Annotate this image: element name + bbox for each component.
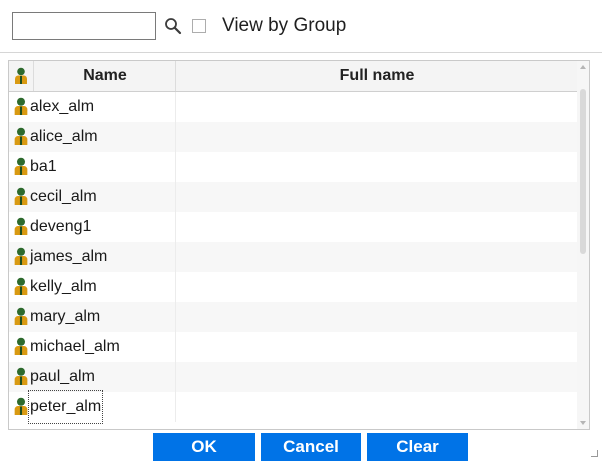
vertical-scrollbar[interactable] (577, 61, 589, 429)
full-name-cell (175, 152, 578, 182)
full-name-cell (175, 122, 578, 152)
table-row[interactable]: deveng1 (9, 212, 577, 242)
user-icon (13, 277, 29, 295)
user-icon (13, 157, 29, 175)
full-name-cell (175, 182, 578, 212)
table-row[interactable]: alice_alm (9, 122, 577, 152)
table-row[interactable]: ba1 (9, 152, 577, 182)
user-name-cell: deveng1 (30, 218, 92, 235)
column-header-name[interactable]: Name (33, 61, 176, 91)
user-icon (13, 247, 29, 265)
table-row[interactable]: james_alm (9, 242, 577, 272)
user-name-cell: paul_alm (30, 368, 95, 385)
user-name-cell: alice_alm (30, 128, 98, 145)
ok-button[interactable]: OK (153, 433, 255, 461)
scroll-thumb[interactable] (580, 89, 586, 254)
user-name-cell: peter_alm (27, 390, 104, 424)
full-name-cell (175, 242, 578, 272)
user-name-cell: alex_alm (30, 98, 95, 115)
table-row[interactable]: cecil_alm (9, 182, 577, 212)
table-row[interactable]: kelly_alm (9, 272, 577, 302)
user-name-cell: michael_alm (30, 338, 120, 355)
full-name-cell (175, 362, 578, 392)
full-name-cell (175, 392, 578, 422)
scroll-down-arrow[interactable] (580, 421, 586, 425)
full-name-cell (175, 212, 578, 242)
full-name-cell (175, 92, 578, 122)
user-icon (13, 187, 29, 205)
table-row[interactable]: michael_alm (9, 332, 577, 362)
user-icon (13, 217, 29, 235)
view-by-group-checkbox[interactable] (192, 19, 206, 33)
scroll-up-arrow[interactable] (580, 65, 586, 69)
table-row[interactable]: alex_alm (9, 92, 577, 122)
full-name-cell (175, 272, 578, 302)
view-by-group-label[interactable]: View by Group (222, 14, 346, 38)
column-header-full-name[interactable]: Full name (175, 61, 578, 91)
users-grid: Name Full name alex_alm alice_alm ba1 cecil… (8, 60, 590, 430)
user-icon (13, 97, 29, 115)
resize-grip[interactable] (591, 450, 598, 457)
user-icon (13, 127, 29, 145)
user-name-cell: cecil_alm (30, 188, 97, 205)
user-icon (13, 337, 29, 355)
table-row[interactable]: peter_alm (9, 390, 578, 424)
table-row[interactable]: mary_alm (9, 302, 577, 332)
grid-rows: alex_alm alice_alm ba1 cecil_alm deveng1 jame… (9, 92, 578, 424)
grid-header: Name Full name (9, 61, 589, 92)
search-icon[interactable] (164, 17, 182, 35)
header-user-icon-column[interactable] (9, 61, 33, 91)
user-name-cell: james_alm (30, 248, 108, 265)
clear-button[interactable]: Clear (367, 433, 468, 461)
cancel-button[interactable]: Cancel (261, 433, 361, 461)
user-name-cell: kelly_alm (30, 278, 97, 295)
user-icon (13, 307, 29, 325)
search-input[interactable] (12, 12, 156, 40)
user-icon (15, 67, 27, 84)
table-row[interactable]: paul_alm (9, 362, 577, 392)
user-icon (13, 397, 29, 415)
user-name-cell: ba1 (30, 158, 57, 175)
full-name-cell (175, 302, 578, 332)
dialog-footer: OK Cancel Clear (0, 430, 602, 461)
full-name-cell (175, 332, 578, 362)
user-icon (13, 367, 29, 385)
user-name-cell: mary_alm (30, 308, 101, 325)
toolbar: View by Group (0, 0, 602, 53)
